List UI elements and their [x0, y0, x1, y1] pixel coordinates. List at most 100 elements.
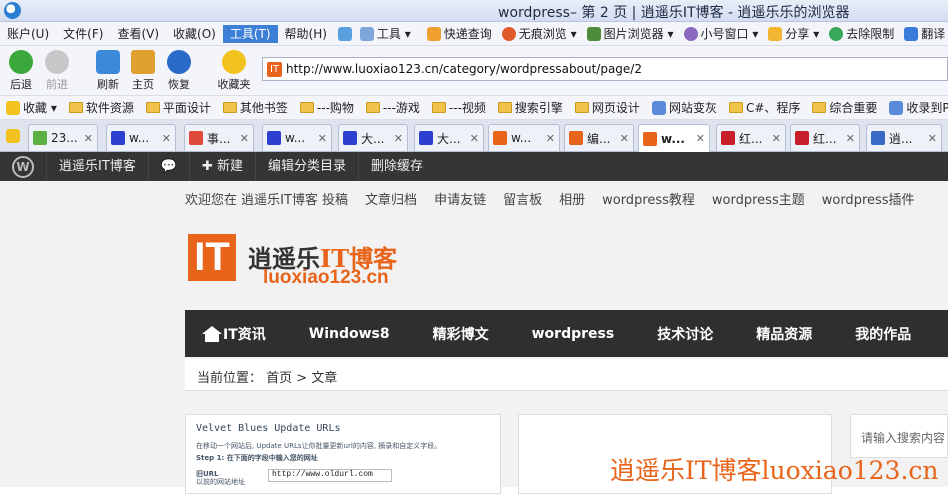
address-bar[interactable]: IT http://www.luoxiao123.cn/category/wor…: [262, 57, 948, 81]
admin-edit-category[interactable]: 编辑分类目录: [255, 152, 358, 181]
star-icon[interactable]: [6, 129, 20, 143]
bookmark-label: ---视频: [448, 101, 486, 115]
tab[interactable]: 大... ✕: [414, 124, 484, 151]
wordpress-logo-icon[interactable]: W: [12, 155, 34, 178]
admin-clear-cache[interactable]: 删除缓存: [358, 152, 435, 181]
topnav-wp-tutorial[interactable]: wordpress教程: [602, 189, 695, 208]
nav-my-works[interactable]: 我的作品: [855, 324, 911, 344]
tool-translate[interactable]: 翻译: [899, 25, 948, 42]
close-icon[interactable]: ✕: [318, 132, 327, 145]
nav-it-news[interactable]: IT资讯: [223, 324, 266, 344]
paw-icon: [343, 131, 357, 145]
nav-resources[interactable]: 精品资源: [756, 324, 812, 344]
admin-site-name[interactable]: 逍遥乐IT博客: [46, 152, 148, 181]
tool-remove-limit[interactable]: 去除限制: [824, 25, 899, 42]
menu-file[interactable]: 文件(F): [56, 25, 110, 43]
bookmark-item[interactable]: 网页设计: [569, 99, 646, 116]
tab[interactable]: w... ✕: [488, 124, 560, 151]
tool-small-window[interactable]: 小号窗口 ▾: [679, 25, 764, 42]
refresh-button[interactable]: 刷新: [89, 50, 127, 92]
tool-image-viewer[interactable]: 图片浏览器 ▾: [582, 25, 679, 42]
site-logo-mark[interactable]: IT: [188, 234, 236, 281]
tab[interactable]: w... ✕: [262, 124, 332, 151]
menu-favorites[interactable]: 收藏(O): [166, 25, 223, 43]
tab-label: 编...: [587, 131, 611, 146]
tab[interactable]: w... ✕: [106, 124, 176, 151]
menu-view[interactable]: 查看(V): [110, 25, 166, 43]
tool-share[interactable]: 分享 ▾: [763, 25, 824, 42]
nav-wordpress[interactable]: wordpress: [532, 326, 615, 342]
topnav-wp-themes[interactable]: wordpress主题: [712, 189, 805, 208]
nav-windows8[interactable]: Windows8: [309, 326, 390, 342]
tab[interactable]: 23... ✕: [28, 124, 98, 151]
tab-active[interactable]: w... ✕: [638, 124, 710, 152]
bookmark-item[interactable]: 综合重要: [806, 99, 883, 116]
bookmarks-bar: 收藏 ▾ 软件资源 平面设计 其他书签 ---购物 ---游戏 ---视频 搜索…: [0, 96, 948, 120]
tool-express[interactable]: 快递查询: [422, 25, 497, 42]
bookmark-item[interactable]: C#、程序: [723, 99, 806, 116]
bookmark-label: 收录到PO: [906, 101, 948, 115]
close-icon[interactable]: ✕: [162, 132, 171, 145]
admin-new[interactable]: ✚ 新建: [188, 152, 255, 181]
topnav-archive[interactable]: 文章归档: [365, 189, 417, 208]
undo-icon: [167, 50, 191, 74]
tab-label: w...: [661, 131, 685, 146]
bookmark-item[interactable]: 软件资源: [63, 99, 140, 116]
close-icon[interactable]: ✕: [928, 132, 937, 145]
tab[interactable]: 红... ✕: [716, 124, 786, 151]
favorites-button[interactable]: 收藏夹: [212, 50, 256, 92]
bookmark-item[interactable]: 网站变灰: [646, 99, 723, 116]
forward-button[interactable]: 前进: [38, 50, 76, 92]
paw-icon: [419, 131, 433, 145]
back-button[interactable]: 后退: [2, 50, 40, 92]
bookmark-item[interactable]: ---游戏: [360, 99, 426, 116]
topnav-guestbook[interactable]: 留言板: [503, 189, 542, 208]
comments-icon[interactable]: 💬: [147, 152, 189, 181]
home-button[interactable]: 主页: [124, 50, 162, 92]
close-icon[interactable]: ✕: [546, 132, 555, 145]
nav-tech[interactable]: 技术讨论: [657, 324, 713, 344]
bookmark-item[interactable]: 搜索引擎: [492, 99, 569, 116]
tab[interactable]: 事... ✕: [184, 124, 254, 151]
close-icon[interactable]: ✕: [84, 132, 93, 145]
topnav-album[interactable]: 相册: [559, 189, 585, 208]
folder-icon: [222, 102, 237, 113]
close-icon[interactable]: ✕: [696, 132, 705, 145]
bookmark-item[interactable]: 平面设计: [140, 99, 217, 116]
restore-button[interactable]: 恢复: [160, 50, 198, 92]
post-card[interactable]: Velvet Blues Update URLs 在移动一个网站后, Updat…: [185, 414, 501, 494]
site-icon: [871, 131, 885, 145]
bookmark-item[interactable]: ---购物: [294, 99, 360, 116]
bookmark-item[interactable]: ---视频: [426, 99, 492, 116]
topnav-welcome[interactable]: 欢迎您在 逍遥乐IT博客 投稿: [185, 189, 348, 208]
close-icon[interactable]: ✕: [470, 132, 479, 145]
tool-tools[interactable]: 工具 ▾: [355, 25, 416, 42]
topnav-friend-links[interactable]: 申请友链: [434, 189, 486, 208]
shirt-icon[interactable]: [337, 26, 352, 41]
nav-featured[interactable]: 精彩博文: [433, 324, 489, 344]
tool-remove-limit-label: 去除限制: [846, 27, 895, 41]
tab[interactable]: 红... ✕: [790, 124, 860, 151]
tab[interactable]: 逍... ✕: [866, 124, 942, 151]
menu-account[interactable]: 账户(U): [0, 25, 56, 43]
menu-help[interactable]: 帮助(H): [278, 25, 334, 43]
close-icon[interactable]: ✕: [620, 132, 629, 145]
tab[interactable]: 大... ✕: [338, 124, 408, 151]
bookmark-item[interactable]: 其他书签: [217, 99, 294, 116]
bookmark-item[interactable]: 收录到PO: [883, 99, 948, 116]
site-icon: [643, 131, 657, 146]
close-icon[interactable]: ✕: [846, 132, 855, 145]
close-icon[interactable]: ✕: [772, 132, 781, 145]
topnav-wp-plugins[interactable]: wordpress插件: [822, 189, 915, 208]
menu-tools[interactable]: 工具(T): [222, 24, 278, 43]
menu-bar: 账户(U) 文件(F) 查看(V) 收藏(O) 工具(T) 帮助(H) 工具 ▾…: [0, 22, 948, 46]
bookmark-favorites[interactable]: 收藏 ▾: [0, 99, 63, 116]
close-icon[interactable]: ✕: [240, 132, 249, 145]
tab-label: w...: [511, 131, 532, 145]
tab[interactable]: 编... ✕: [564, 124, 634, 151]
tool-incognito[interactable]: 无痕浏览 ▾: [497, 25, 582, 42]
forward-arrow-icon: [45, 50, 69, 74]
tab-label: 红...: [739, 131, 763, 146]
close-icon[interactable]: ✕: [394, 132, 403, 145]
folder-icon: [574, 102, 589, 113]
